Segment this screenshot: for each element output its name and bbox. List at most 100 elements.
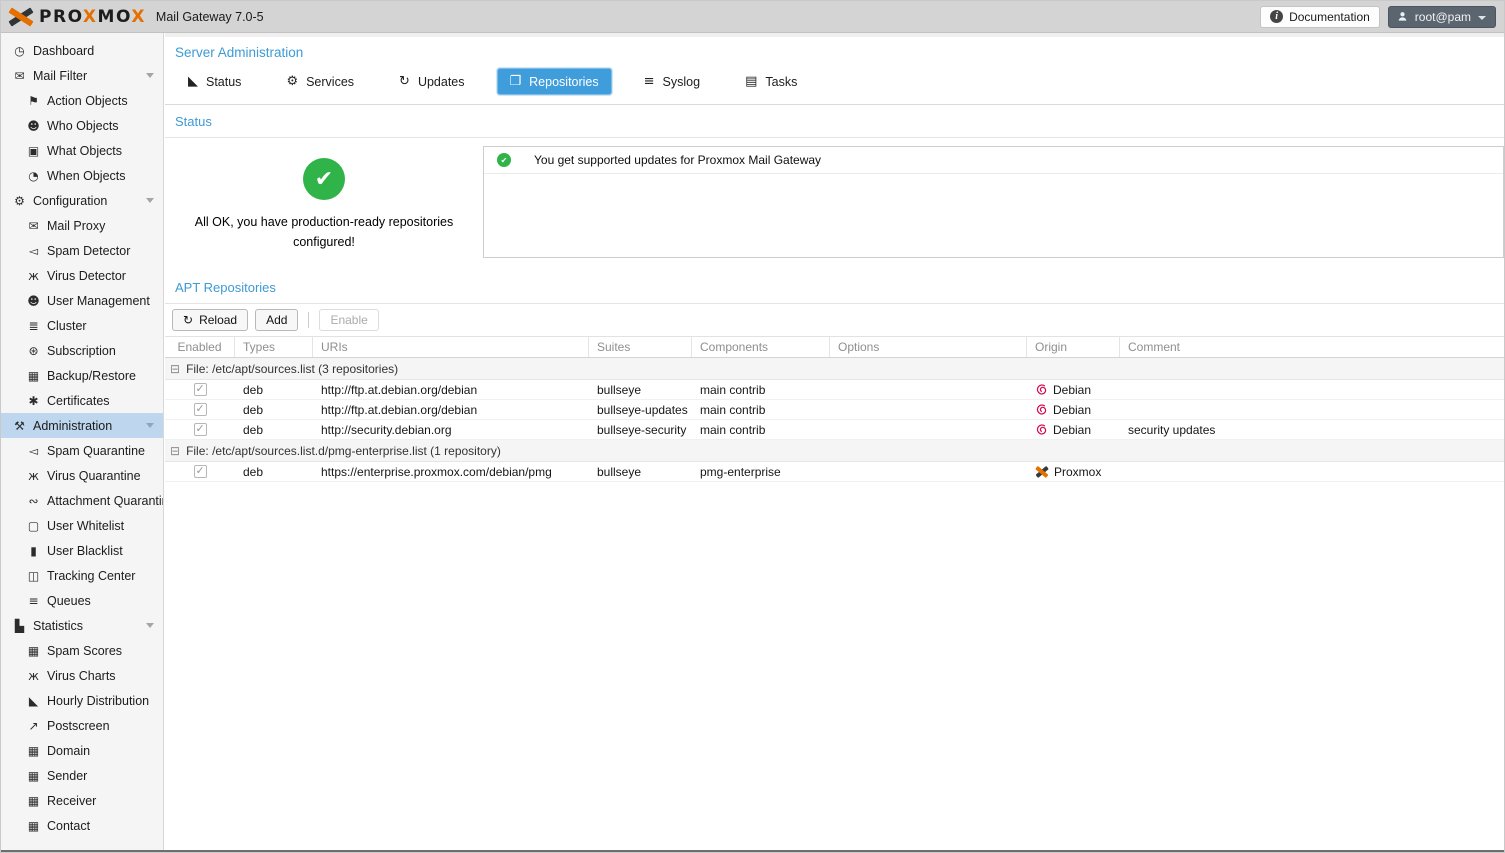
sidebar-item-label: Virus Charts (47, 669, 116, 683)
sidebar-item-queues[interactable]: ≡Queues (1, 588, 163, 613)
sidebar-item-receiver[interactable]: ▦Receiver (1, 788, 163, 813)
uri-cell: https://enterprise.proxmox.com/debian/pm… (313, 465, 589, 479)
collapse-icon[interactable]: ⊟ (170, 362, 180, 376)
table-row[interactable]: debhttp://security.debian.orgbullseye-se… (165, 420, 1504, 440)
topbar-actions: Documentation root@pam (1260, 6, 1496, 28)
tab-updates[interactable]: ↻Updates (386, 68, 477, 95)
tab-label: Updates (418, 75, 465, 89)
reload-button[interactable]: ↻ Reload (172, 309, 248, 331)
sidebar-item-user-whitelist[interactable]: ▢User Whitelist (1, 513, 163, 538)
enabled-checkbox[interactable] (194, 465, 207, 478)
status-list-row[interactable]: You get supported updates for Proxmox Ma… (484, 147, 1503, 174)
sidebar-item-hourly-distribution[interactable]: ◣Hourly Distribution (1, 688, 163, 713)
table-icon: ▦ (25, 744, 42, 758)
sidebar-item-statistics[interactable]: ▙Statistics (1, 613, 163, 638)
app-window: PROXMOX Mail Gateway 7.0-5 Documentation… (0, 0, 1505, 853)
enable-button[interactable]: Enable (319, 309, 378, 331)
sidebar-item-certificates[interactable]: ✱Certificates (1, 388, 163, 413)
paperclip-icon: ∾ (25, 494, 42, 508)
sidebar-item-backup-restore[interactable]: ▦Backup/Restore (1, 363, 163, 388)
sidebar-item-spam-detector[interactable]: ◅Spam Detector (1, 238, 163, 263)
suites-cell: bullseye-updates (589, 403, 692, 417)
origin-cell: Debian (1027, 423, 1120, 437)
enabled-checkbox[interactable] (194, 383, 207, 396)
sidebar-item-user-blacklist[interactable]: ▮User Blacklist (1, 538, 163, 563)
sidebar-item-attachment-quarantine[interactable]: ∾Attachment Quarantine (1, 488, 163, 513)
top-bar: PROXMOX Mail Gateway 7.0-5 Documentation… (1, 1, 1504, 33)
user-circle-icon: ☻ (25, 119, 42, 133)
life-ring-icon: ⊛ (25, 344, 42, 358)
sidebar-item-spam-scores[interactable]: ▦Spam Scores (1, 638, 163, 663)
sidebar-item-who-objects[interactable]: ☻Who Objects (1, 113, 163, 138)
tab-syslog[interactable]: ≡Syslog (631, 68, 713, 95)
table-row[interactable]: debhttp://ftp.at.debian.org/debianbullse… (165, 380, 1504, 400)
sidebar-item-subscription[interactable]: ⊛Subscription (1, 338, 163, 363)
column-header-comment[interactable]: Comment (1120, 337, 1504, 357)
sidebar-item-action-objects[interactable]: ⚑Action Objects (1, 88, 163, 113)
file-solid-icon: ▮ (25, 544, 42, 558)
column-header-options[interactable]: Options (830, 337, 1027, 357)
bullhorn-icon: ◅ (25, 444, 42, 458)
brand-wordmark: PROXMOX (39, 7, 146, 27)
sidebar-item-sender[interactable]: ▦Sender (1, 763, 163, 788)
sidebar-item-cluster[interactable]: ≣Cluster (1, 313, 163, 338)
cube-icon: ▣ (25, 144, 42, 158)
sidebar-item-spam-quarantine[interactable]: ◅ Spam Quarantine (1, 438, 163, 463)
area-chart-icon: ◣ (188, 74, 198, 89)
sidebar-item-virus-quarantine[interactable]: жVirus Quarantine (1, 463, 163, 488)
collapse-icon[interactable]: ⊟ (170, 444, 180, 458)
sidebar-item-label: Spam Quarantine (47, 444, 145, 458)
user-menu-button[interactable]: root@pam (1388, 6, 1496, 28)
table-row[interactable]: debhttp://ftp.at.debian.org/debianbullse… (165, 400, 1504, 420)
column-header-origin[interactable]: Origin (1027, 337, 1120, 357)
repo-group-row[interactable]: ⊟File: /etc/apt/sources.list (3 reposito… (165, 358, 1504, 380)
mail-icon: ✉ (11, 69, 28, 83)
sidebar-item-label: Spam Scores (47, 644, 122, 658)
sidebar-item-configuration[interactable]: ⚙Configuration (1, 188, 163, 213)
repo-group-label: File: /etc/apt/sources.list.d/pmg-enterp… (186, 444, 501, 458)
dashboard-icon: ◷ (11, 44, 28, 58)
enabled-checkbox[interactable] (194, 423, 207, 436)
column-header-enabled[interactable]: Enabled (165, 337, 235, 357)
brand-letter: X (131, 7, 146, 27)
table-row[interactable]: debhttps://enterprise.proxmox.com/debian… (165, 462, 1504, 482)
sidebar-item-virus-detector[interactable]: жVirus Detector (1, 263, 163, 288)
components-cell: main contrib (692, 383, 830, 397)
origin-label: Debian (1053, 423, 1091, 437)
users-icon: ☻ (25, 294, 42, 308)
column-header-uris[interactable]: URIs (313, 337, 589, 357)
sidebar-item-what-objects[interactable]: ▣What Objects (1, 138, 163, 163)
envelope-open-icon: ✉ (25, 219, 42, 233)
sidebar-item-domain[interactable]: ▦Domain (1, 738, 163, 763)
tab-tasks[interactable]: ▤Tasks (732, 68, 810, 95)
column-header-components[interactable]: Components (692, 337, 830, 357)
sidebar-item-label: Virus Detector (47, 269, 126, 283)
add-button[interactable]: Add (255, 309, 298, 331)
sidebar-item-virus-charts[interactable]: жVirus Charts (1, 663, 163, 688)
sidebar-item-contact[interactable]: ▦Contact (1, 813, 163, 838)
updates-status-panel: You get supported updates for Proxmox Ma… (483, 146, 1504, 258)
repo-group-row[interactable]: ⊟ File: /etc/apt/sources.list.d/pmg-enter… (165, 440, 1504, 462)
tab-services[interactable]: ⚙Services (273, 68, 367, 95)
status-ok-line1: All OK, you have production-ready reposi… (195, 212, 453, 232)
sidebar-item-administration[interactable]: ⚒Administration (1, 413, 163, 438)
sidebar-item-user-management[interactable]: ☻User Management (1, 288, 163, 313)
sidebar-item-dashboard[interactable]: ◷Dashboard (1, 38, 163, 63)
documentation-button[interactable]: Documentation (1260, 6, 1380, 28)
sidebar-item-mail-proxy[interactable]: ✉Mail Proxy (1, 213, 163, 238)
enabled-checkbox[interactable] (194, 403, 207, 416)
toolbar-separator (308, 312, 309, 328)
column-header-suites[interactable]: Suites (589, 337, 692, 357)
proxmox-x-icon (9, 7, 33, 27)
chevron-down-icon (146, 423, 154, 428)
sidebar-item-mail-filter[interactable]: ✉Mail Filter (1, 63, 163, 88)
brand-letter: M (98, 7, 116, 27)
sidebar-item-when-objects[interactable]: ◔When Objects (1, 163, 163, 188)
column-header-types[interactable]: Types (235, 337, 313, 357)
table-icon: ▦ (25, 769, 42, 783)
sidebar-item-postscreen[interactable]: ↗Postscreen (1, 713, 163, 738)
tab-status[interactable]: ◣Status (175, 68, 254, 95)
tab-repositories[interactable]: ❐Repositories (497, 68, 612, 95)
sidebar-item-tracking-center[interactable]: ◫Tracking Center (1, 563, 163, 588)
components-cell: pmg-enterprise (692, 465, 830, 479)
